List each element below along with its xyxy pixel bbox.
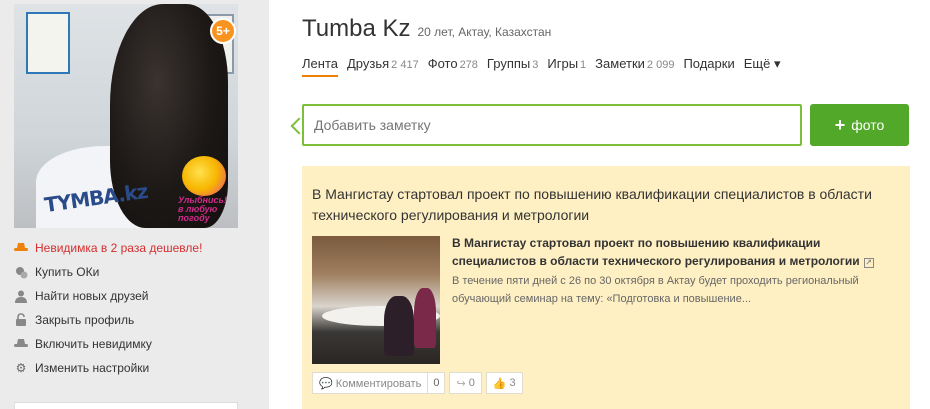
tab-feed[interactable]: Лента — [302, 56, 338, 77]
coins-icon — [14, 265, 28, 279]
post-link-title-text: В Мангистау стартовал проект по повышени… — [452, 236, 860, 268]
post-link-title[interactable]: В Мангистау стартовал проект по повышени… — [452, 234, 882, 270]
gear-icon: ⚙ — [15, 361, 27, 375]
lock-icon — [14, 313, 28, 327]
tab-notes[interactable]: Заметки 2 099 — [595, 56, 674, 77]
avatar[interactable]: TYMBA.kz 5+ Улыбнись! в любую погоду — [14, 4, 238, 228]
sidebar-item-label: Закрыть профиль — [35, 313, 135, 327]
sidebar-item-label: Найти новых друзей — [35, 289, 149, 303]
post-image[interactable] — [312, 236, 440, 364]
like-count: 3 — [509, 377, 516, 389]
tab-count: 2 417 — [391, 59, 419, 71]
add-note-input[interactable] — [302, 104, 802, 146]
sidebar-item-enable-invisible[interactable]: Включить невидимку — [14, 332, 244, 356]
tab-friends[interactable]: Друзья 2 417 — [347, 56, 419, 77]
tab-label: Группы — [486, 56, 531, 71]
tab-label: Друзья — [346, 56, 390, 71]
hat-icon — [14, 241, 28, 255]
photo-button-label: фото — [851, 117, 885, 133]
hat-icon — [14, 337, 28, 351]
feed-post: В Мангистау стартовал проект по повышени… — [302, 166, 910, 409]
tab-gifts[interactable]: Подарки — [683, 56, 734, 77]
comment-count: 0 — [427, 373, 444, 393]
comment-label: Комментировать — [335, 377, 422, 390]
plus-icon: + — [834, 114, 846, 135]
profile-header: Tumba Kz 20 лет, Актау, Казахстан — [302, 15, 551, 43]
sidebar-item-label: Невидимка в 2 раза дешевле! — [35, 241, 203, 255]
left-column: TYMBA.kz 5+ Улыбнись! в любую погоду Нев… — [0, 0, 253, 409]
sidebar-item-label: Купить ОКи — [35, 265, 100, 279]
post-description: В течение пяти дней с 26 по 30 октября в… — [452, 275, 859, 305]
post-title: В Мангистау стартовал проект по повышени… — [312, 186, 872, 223]
sidebar-item-label: Изменить настройки — [35, 361, 150, 375]
tab-count: 278 — [459, 59, 478, 71]
tab-label: Заметки — [595, 56, 645, 71]
profile-meta: 20 лет, Актау, Казахстан — [417, 25, 552, 39]
add-photo-button[interactable]: + фото — [810, 104, 909, 146]
post-image-person — [384, 296, 414, 356]
sticker-text: Улыбнись! в любую погоду — [178, 195, 227, 223]
sidebar-item-settings[interactable]: ⚙ Изменить настройки — [14, 356, 244, 380]
sidebar-item-buy-ok[interactable]: Купить ОКи — [14, 260, 244, 284]
tab-count: 2 099 — [646, 59, 675, 71]
user-icon — [14, 289, 28, 303]
profile-tabs: Лента Друзья 2 417 Фото 278 Группы 3 Игры 1 … — [302, 56, 789, 77]
post-actions: 💬 Комментировать 0 ↪ 0 👍 3 — [312, 372, 527, 394]
tab-label: Фото — [427, 56, 458, 71]
comment-button[interactable]: 💬 Комментировать 0 — [312, 372, 446, 394]
tab-more[interactable]: Ещё — [744, 56, 781, 77]
age-badge: 5+ — [210, 18, 236, 44]
sidebar-item-invisible-promo[interactable]: Невидимка в 2 раза дешевле! — [14, 236, 244, 260]
share-button[interactable]: ↪ 0 — [449, 372, 482, 394]
tab-games[interactable]: Игры 1 — [547, 56, 586, 77]
like-button[interactable]: 👍 3 — [485, 372, 523, 394]
tab-count: 1 — [580, 59, 587, 71]
share-icon: ↪ — [456, 377, 466, 390]
tab-label: Ещё — [743, 56, 771, 71]
tab-count: 3 — [532, 59, 539, 71]
main-content: Tumba Kz 20 лет, Актау, Казахстан Лента … — [269, 0, 930, 409]
tab-label: Подарки — [683, 56, 735, 71]
post-image-person — [414, 288, 436, 348]
tab-photos[interactable]: Фото 278 — [428, 56, 478, 77]
profile-name[interactable]: Tumba Kz — [302, 15, 410, 43]
sidebar-bottom-box — [14, 402, 238, 409]
sidebar-item-label: Включить невидимку — [35, 337, 152, 351]
external-link-icon: ↗ — [863, 258, 874, 268]
avatar-certificate-frame — [26, 12, 70, 74]
tab-label: Игры — [547, 56, 579, 71]
sidebar-item-close-profile[interactable]: Закрыть профиль — [14, 308, 244, 332]
sticker-cloud-icon — [182, 156, 226, 196]
comment-icon: 💬 — [319, 377, 333, 390]
sidebar-item-find-friends[interactable]: Найти новых друзей — [14, 284, 244, 308]
sidebar-menu: Невидимка в 2 раза дешевле! Купить ОКи Н… — [14, 236, 244, 380]
like-icon: 👍 — [492, 377, 507, 390]
tab-label: Лента — [302, 56, 338, 71]
smile-sticker: Улыбнись! в любую погоду — [178, 156, 234, 223]
share-count: 0 — [468, 377, 475, 389]
tab-groups[interactable]: Группы 3 — [487, 56, 538, 77]
